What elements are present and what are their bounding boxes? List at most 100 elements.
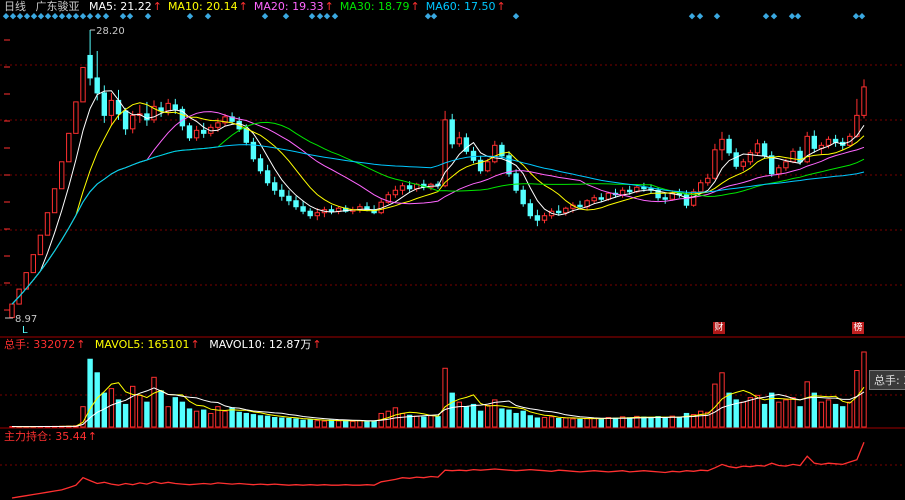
candle-body bbox=[80, 66, 86, 103]
candle-body bbox=[541, 215, 548, 221]
candle-body bbox=[30, 254, 37, 274]
signal-diamond bbox=[424, 13, 432, 20]
volume-bar bbox=[179, 401, 186, 428]
volume-bar bbox=[697, 410, 704, 428]
volume-bar bbox=[115, 399, 122, 428]
candle-body bbox=[200, 129, 207, 134]
candle-body bbox=[697, 182, 704, 193]
candle-body bbox=[726, 138, 732, 154]
volume-callout: 总手: 332072 bbox=[869, 370, 905, 390]
candle-body bbox=[797, 150, 803, 163]
ma-line bbox=[11, 111, 865, 305]
main-holding-line bbox=[11, 442, 865, 499]
kline-chart[interactable]: 28.20 8.97 L bbox=[0, 0, 905, 500]
volume-bar bbox=[193, 410, 200, 428]
high-price-label: 28.20 bbox=[96, 26, 125, 37]
candle-body bbox=[492, 144, 498, 163]
candle-body bbox=[513, 173, 519, 191]
volume-bar bbox=[357, 420, 363, 428]
signal-diamond bbox=[852, 13, 860, 20]
signal-diamond bbox=[9, 13, 17, 20]
candle-body bbox=[286, 195, 292, 202]
low-marker: L bbox=[22, 325, 28, 336]
volume-bar bbox=[499, 408, 505, 428]
volume-bar bbox=[321, 420, 328, 428]
signal-diamond bbox=[58, 13, 66, 20]
signal-diamond bbox=[713, 13, 721, 20]
candle-body bbox=[186, 125, 193, 139]
candle-body bbox=[271, 182, 278, 191]
candle-body bbox=[811, 135, 818, 149]
signal-diamond bbox=[858, 13, 866, 20]
candle-body bbox=[37, 234, 44, 256]
signal-diamond bbox=[323, 13, 331, 20]
volume-bar bbox=[186, 408, 193, 428]
candle-body bbox=[9, 303, 15, 319]
volume-bar bbox=[726, 392, 732, 428]
volume-bar bbox=[534, 417, 541, 428]
volume-bar bbox=[222, 410, 228, 428]
dragon-tiger-list-mark[interactable]: 榜 bbox=[852, 322, 864, 334]
candle-body bbox=[314, 212, 321, 217]
candle-body bbox=[776, 167, 782, 175]
candlesticks[interactable] bbox=[9, 30, 867, 319]
volume-bar bbox=[484, 405, 491, 428]
candle-body bbox=[555, 210, 562, 214]
volume-bar bbox=[563, 417, 569, 428]
volume-bar bbox=[449, 392, 455, 428]
volume-bar bbox=[442, 367, 448, 428]
signal-diamond bbox=[94, 13, 102, 20]
volume-bar bbox=[264, 415, 271, 428]
signal-diamond bbox=[37, 13, 45, 20]
volume-bar bbox=[541, 417, 548, 428]
signal-diamond bbox=[102, 13, 110, 20]
signal-diamond bbox=[79, 13, 87, 20]
volume-bar bbox=[513, 412, 519, 428]
candle-body bbox=[605, 192, 612, 200]
volume-bar bbox=[854, 370, 860, 428]
candle-body bbox=[94, 77, 100, 94]
volume-bar bbox=[108, 388, 115, 428]
candle-body bbox=[591, 197, 597, 202]
volume-bar bbox=[641, 416, 647, 428]
volume-bar bbox=[463, 406, 470, 428]
candle-body bbox=[406, 185, 413, 190]
volume-bar bbox=[413, 415, 420, 428]
volume-bar bbox=[811, 392, 818, 428]
candle-body bbox=[712, 149, 718, 179]
volume-bar bbox=[286, 417, 292, 428]
volume-bar bbox=[470, 403, 477, 428]
candle-body bbox=[335, 207, 342, 212]
volume-bar bbox=[818, 401, 825, 428]
volume-bar bbox=[477, 410, 484, 428]
candle-body bbox=[719, 138, 725, 151]
volume-bar bbox=[137, 394, 143, 428]
volume-bar bbox=[839, 406, 846, 428]
candle-body bbox=[456, 137, 463, 145]
volume-bar bbox=[747, 397, 754, 428]
candle-body bbox=[662, 197, 668, 200]
volume-bar bbox=[328, 419, 335, 428]
volume-bar bbox=[293, 418, 299, 428]
signal-diamond bbox=[119, 13, 127, 20]
candle-body bbox=[307, 210, 313, 217]
volume-bar bbox=[151, 376, 157, 428]
candle-body bbox=[73, 101, 79, 134]
signal-diamond bbox=[86, 13, 94, 20]
candle-body bbox=[683, 194, 690, 206]
candle-body bbox=[257, 158, 264, 172]
volume-bar bbox=[307, 419, 313, 428]
candle-body bbox=[392, 189, 399, 196]
volume-bar bbox=[776, 401, 782, 428]
volume-bar bbox=[335, 420, 342, 428]
volume-bar bbox=[761, 403, 768, 428]
signal-diamond bbox=[430, 13, 438, 20]
candle-body bbox=[861, 86, 867, 116]
volume-bar bbox=[350, 420, 356, 428]
volume-bar bbox=[172, 397, 179, 428]
volume-bar bbox=[662, 417, 668, 428]
candle-body bbox=[761, 143, 768, 157]
candle-body bbox=[122, 110, 129, 130]
financial-report-mark[interactable]: 财 bbox=[713, 322, 725, 334]
volume-bar bbox=[832, 403, 839, 428]
